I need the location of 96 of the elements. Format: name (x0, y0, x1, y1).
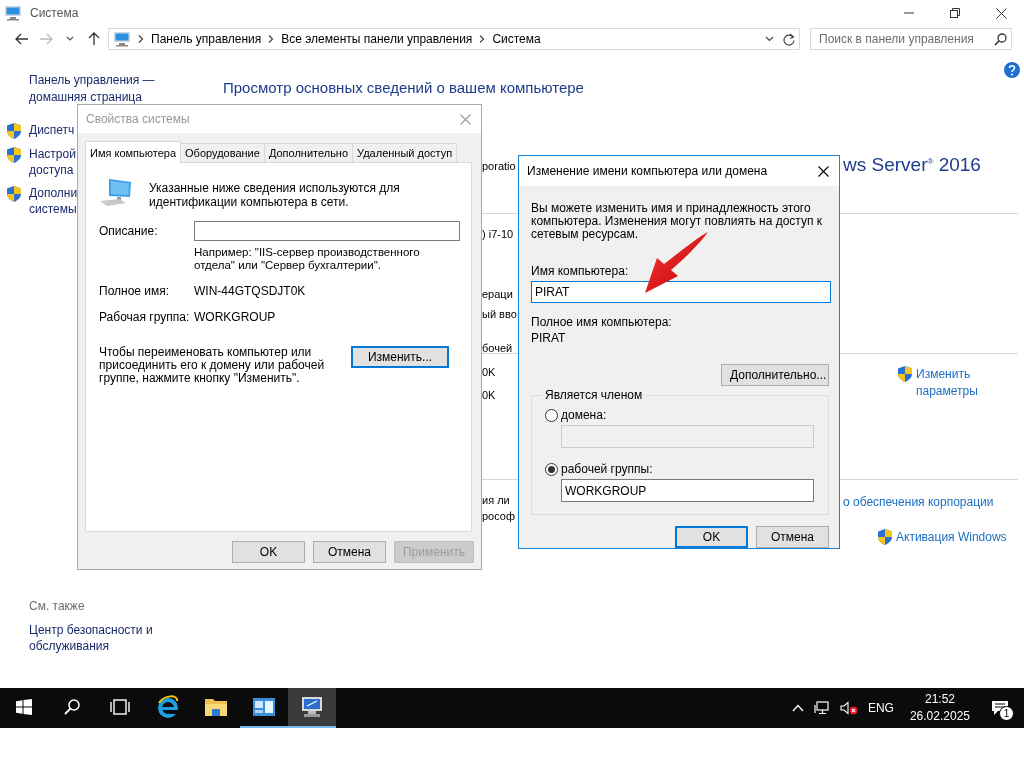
dialog-button[interactable]: OK (232, 541, 305, 563)
field-label: Полное имя: (99, 284, 171, 298)
shield-icon (898, 366, 912, 382)
close-icon (995, 7, 1007, 19)
partial-text: рософ (482, 510, 516, 522)
dialog-title: Свойства системы (86, 112, 190, 126)
text-field[interactable]: WORKGROUP (561, 479, 814, 502)
partial-text: ераци (482, 288, 513, 300)
forward-arrow-icon (39, 33, 53, 45)
edition-name: ws Server$^{®}$ 2016 (843, 154, 981, 176)
partial-text: 0K (482, 366, 496, 378)
settings-link[interactable]: Изменить параметры (916, 366, 986, 400)
minimize-icon (904, 12, 914, 14)
dialog-button[interactable]: Отмена (313, 541, 386, 563)
task-view-icon (110, 699, 130, 715)
home-link[interactable]: Панель управления — домашняя страница (29, 72, 169, 106)
notification-badge: 1 (999, 706, 1014, 721)
help-icon[interactable] (1004, 62, 1020, 78)
dialog-title: Изменение имени компьютера или домена (527, 164, 768, 178)
caret-icon[interactable] (791, 704, 804, 712)
dialog-button[interactable]: Отмена (756, 526, 829, 548)
hint-text: Например: "IIS-сервер производственного отдела" или "Сервер бухгалтерии". (194, 246, 421, 272)
radio-label: домена: (561, 408, 607, 422)
computer-icon (4, 5, 22, 21)
partial-text: ый вво (482, 308, 517, 320)
language-indicator[interactable]: ENG (867, 701, 894, 715)
search-icon (64, 699, 80, 715)
close-icon (459, 113, 471, 125)
chevron-down-icon (66, 36, 74, 42)
sidebar-link[interactable]: Центр безопасности и обслуживания (29, 622, 164, 654)
radio-button[interactable] (545, 462, 558, 476)
field-label: Описание: (99, 224, 159, 238)
intro-text: Вы можете изменить имя и принадлежность этого компьютера. Изменения могут повлиять на доступ к сетевым ресурсам. (531, 202, 824, 241)
chevron-icon (478, 35, 487, 43)
section-title: См. также (29, 599, 86, 613)
change-button[interactable]: Изменить... (351, 346, 449, 368)
breadcrumb[interactable]: Панель управления (151, 32, 262, 46)
up-arrow-icon (88, 32, 100, 46)
shield-icon (7, 147, 21, 163)
search-icon (994, 32, 1007, 46)
chevron-icon (137, 35, 145, 43)
field-value: WORKGROUP (194, 310, 277, 324)
description-field[interactable] (194, 221, 460, 241)
more-button[interactable]: Дополнительно... (721, 364, 829, 386)
partial-text: poratio (482, 160, 516, 172)
notification-button[interactable]: 1 (986, 694, 1014, 722)
breadcrumb[interactable]: Все элементы панели управления (281, 32, 473, 46)
radio-button[interactable] (545, 408, 558, 422)
instruction-text: Чтобы переименовать компьютер или присоединить его к домену или рабочей группе, нажмите кнопку "Изменить". (99, 346, 326, 385)
refresh-icon (783, 32, 795, 46)
breadcrumb[interactable]: Система (492, 32, 541, 46)
tab[interactable]: Имя компьютера (85, 141, 182, 163)
radio-label: рабочей группы: (561, 462, 653, 476)
field-value: WIN-44GTQSDJT0K (194, 284, 307, 298)
network-icon[interactable] (813, 701, 830, 715)
folder-icon (204, 697, 228, 717)
address-bar[interactable]: Панель управления Все элементы панели управления Система (108, 28, 800, 50)
field-label: Рабочая группа: (99, 310, 191, 324)
shield-icon (7, 186, 21, 202)
computer-icon (113, 31, 131, 47)
sidebar-link[interactable]: Настрой доступа (29, 146, 76, 178)
settings-link[interactable]: Активация Windows (896, 529, 1007, 546)
group-title: Является членом (542, 388, 646, 402)
page-heading: Просмотр основных сведений о вашем компьютере (223, 79, 584, 96)
shield-icon (878, 529, 892, 545)
tab[interactable]: Дополнительно (263, 143, 354, 162)
chevron-icon (267, 35, 276, 43)
field-value: PIRAT (531, 331, 567, 345)
sidebar-link[interactable]: Дополни системы (29, 185, 78, 217)
partial-text: бочей (482, 342, 513, 354)
taskbar-button[interactable] (288, 688, 336, 728)
dialog-button[interactable]: OK (675, 526, 748, 548)
shield-icon (7, 123, 21, 139)
server-manager-icon (252, 697, 276, 717)
settings-link[interactable]: о обеспечения корпорации (843, 494, 994, 511)
clock[interactable]: 21:52 26.02.2025 (903, 691, 976, 725)
field-label: Полное имя компьютера: (531, 315, 673, 329)
computer-icon (299, 696, 325, 718)
sidebar-link[interactable]: Диспетч (29, 122, 75, 139)
tab[interactable]: Удаленный доступ (352, 143, 458, 162)
partial-text: 0K (482, 389, 496, 401)
muted-speaker-icon[interactable] (839, 701, 858, 715)
chevron-down-icon (764, 36, 774, 42)
close-icon (817, 165, 829, 177)
search-field[interactable]: Поиск в панели управления (810, 28, 1012, 50)
back-arrow-icon (15, 33, 29, 45)
partial-text: ) i7-10 (482, 228, 514, 240)
browser-icon (156, 695, 180, 719)
restore-icon (950, 8, 960, 18)
windows-logo-icon (16, 699, 32, 715)
field-label: Имя компьютера: (531, 264, 630, 278)
partial-text: ия ли (482, 494, 510, 506)
intro-text: Указанные ниже сведения используются для идентификации компьютера в сети. (149, 181, 401, 209)
tab[interactable]: Оборудование (180, 143, 265, 162)
computer-name-field[interactable]: PIRAT (531, 281, 831, 303)
window-title: Система (30, 6, 79, 20)
